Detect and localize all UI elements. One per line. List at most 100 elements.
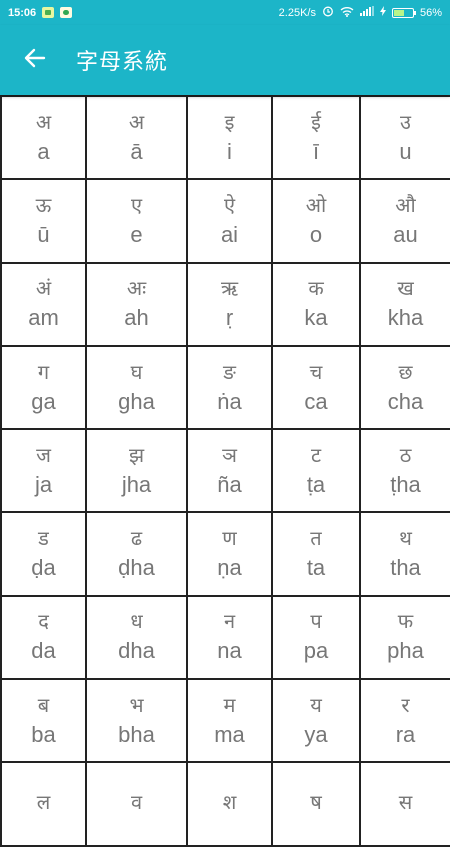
- alphabet-grid: अ a अ ā इ i ई ī उ u ऊ ū ए e ऐ ai ओ o औ au अं am अः ah ऋ ṛ क ka ख kha ग…: [0, 95, 450, 847]
- transliteration: ca: [304, 388, 328, 414]
- transliteration: bha: [118, 721, 155, 747]
- alarm-icon: [322, 5, 334, 20]
- letter-cell[interactable]: स: [361, 763, 450, 847]
- letter-cell[interactable]: ब ba: [2, 680, 87, 764]
- letter-cell[interactable]: इi: [188, 97, 273, 181]
- letter-cell[interactable]: प pa: [273, 596, 361, 681]
- devanagari-letter: ई: [311, 109, 321, 134]
- letter-cell[interactable]: न na: [188, 596, 273, 681]
- notification-icon: [42, 7, 55, 18]
- letter-cell[interactable]: ऐ ai: [188, 180, 273, 264]
- letter-cell[interactable]: उu: [361, 97, 450, 181]
- letter-cell[interactable]: ओo: [273, 180, 361, 264]
- letter-cell[interactable]: झ jha: [87, 430, 188, 514]
- devanagari-letter: स: [398, 790, 413, 815]
- devanagari-letter: भ: [129, 692, 144, 717]
- letter-cell[interactable]: श: [188, 763, 273, 847]
- devanagari-letter: अं: [35, 276, 52, 301]
- transliteration: ṅa: [217, 388, 242, 414]
- devanagari-letter: ग: [37, 359, 50, 384]
- letter-cell[interactable]: थ tha: [361, 513, 450, 597]
- transliteration: dha: [118, 638, 155, 664]
- transliteration: ai: [220, 221, 239, 247]
- devanagari-letter: औ: [395, 192, 416, 217]
- letter-cell[interactable]: ङ ṅa: [188, 346, 273, 431]
- letter-cell[interactable]: ख kha: [361, 264, 450, 347]
- letter-cell[interactable]: ष: [273, 763, 361, 847]
- devanagari-letter: उ: [400, 109, 411, 134]
- letter-cell[interactable]: य ya: [273, 680, 361, 764]
- devanagari-letter: अ: [35, 109, 52, 134]
- wifi-icon: [340, 6, 354, 20]
- transliteration: ah: [124, 305, 149, 331]
- transliteration: ṛ: [225, 305, 234, 331]
- transliteration: tha: [390, 555, 421, 581]
- letter-cell[interactable]: म ma: [188, 680, 273, 764]
- devanagari-letter: ओ: [305, 192, 327, 217]
- letter-cell[interactable]: अā: [87, 97, 188, 181]
- letter-cell[interactable]: ञ ña: [188, 430, 273, 514]
- transliteration: i: [227, 138, 232, 164]
- letter-cell[interactable]: ऊū: [2, 180, 87, 264]
- letter-cell[interactable]: त ta: [273, 513, 361, 597]
- notification-icon-2: [60, 7, 73, 18]
- letter-cell[interactable]: ढ ḍha: [87, 513, 188, 597]
- letter-cell[interactable]: फ pha: [361, 597, 450, 681]
- devanagari-letter: झ: [128, 442, 145, 467]
- devanagari-letter: ठ: [399, 442, 412, 467]
- letter-cell[interactable]: व: [87, 763, 188, 847]
- letter-cell[interactable]: छ cha: [361, 347, 450, 431]
- battery-icon: [391, 7, 416, 18]
- letter-cell[interactable]: द da: [2, 596, 87, 681]
- transliteration: ña: [217, 471, 242, 497]
- transliteration: kha: [387, 305, 424, 331]
- letter-cell[interactable]: एe: [87, 180, 188, 264]
- transliteration: ṭa: [306, 471, 326, 497]
- status-bar: 15:06 2.25K/s 56%: [0, 0, 450, 25]
- letter-cell[interactable]: ण ṇa: [188, 513, 273, 597]
- battery-percent: 56%: [419, 6, 442, 19]
- transliteration: na: [217, 638, 242, 664]
- transliteration: e: [130, 221, 143, 247]
- transliteration: ṭha: [390, 471, 421, 497]
- transliteration: jha: [121, 471, 152, 497]
- letter-cell[interactable]: च ca: [273, 346, 361, 431]
- letter-cell[interactable]: ग ga: [2, 346, 87, 431]
- devanagari-letter: इ: [224, 109, 235, 134]
- letter-cell[interactable]: घ gha: [87, 346, 188, 431]
- page-title: 字母系統: [76, 50, 169, 75]
- letter-cell[interactable]: ठ ṭha: [361, 430, 450, 514]
- devanagari-letter: ख: [397, 276, 414, 301]
- devanagari-letter: अ: [128, 109, 145, 134]
- letter-cell[interactable]: अः ah: [87, 263, 188, 347]
- letter-cell[interactable]: ईī: [273, 97, 361, 181]
- transliteration: ṇa: [217, 555, 242, 581]
- transliteration: ḍha: [118, 555, 155, 581]
- devanagari-letter: ढ: [130, 526, 143, 551]
- transliteration: u: [399, 138, 412, 164]
- letter-cell[interactable]: ड ḍa: [2, 513, 87, 597]
- transliteration: ya: [304, 721, 328, 747]
- devanagari-letter: ञ: [222, 442, 237, 467]
- letter-cell[interactable]: भ bha: [87, 680, 188, 764]
- devanagari-letter: ण: [222, 526, 237, 551]
- letter-cell[interactable]: ध dha: [87, 596, 188, 681]
- back-button[interactable]: [0, 25, 70, 95]
- devanagari-letter: न: [223, 609, 236, 634]
- letter-cell[interactable]: ज ja: [2, 430, 87, 514]
- devanagari-letter: ऊ: [35, 192, 52, 217]
- letter-cell[interactable]: ट ṭa: [273, 430, 361, 514]
- letter-cell[interactable]: अa: [2, 97, 87, 181]
- devanagari-letter: घ: [130, 359, 143, 384]
- devanagari-letter: ब: [37, 692, 50, 717]
- letter-cell[interactable]: अं am: [2, 263, 87, 347]
- devanagari-letter: व: [130, 790, 143, 815]
- transliteration: ja: [34, 471, 53, 497]
- devanagari-letter: ङ: [223, 359, 236, 384]
- letter-cell[interactable]: ऋṛ: [188, 263, 273, 347]
- letter-cell[interactable]: औ au: [361, 180, 450, 264]
- letter-cell[interactable]: र ra: [361, 680, 450, 764]
- letter-cell[interactable]: ल: [2, 763, 87, 847]
- letter-cell[interactable]: क ka: [273, 263, 361, 347]
- charging-icon: [379, 6, 386, 19]
